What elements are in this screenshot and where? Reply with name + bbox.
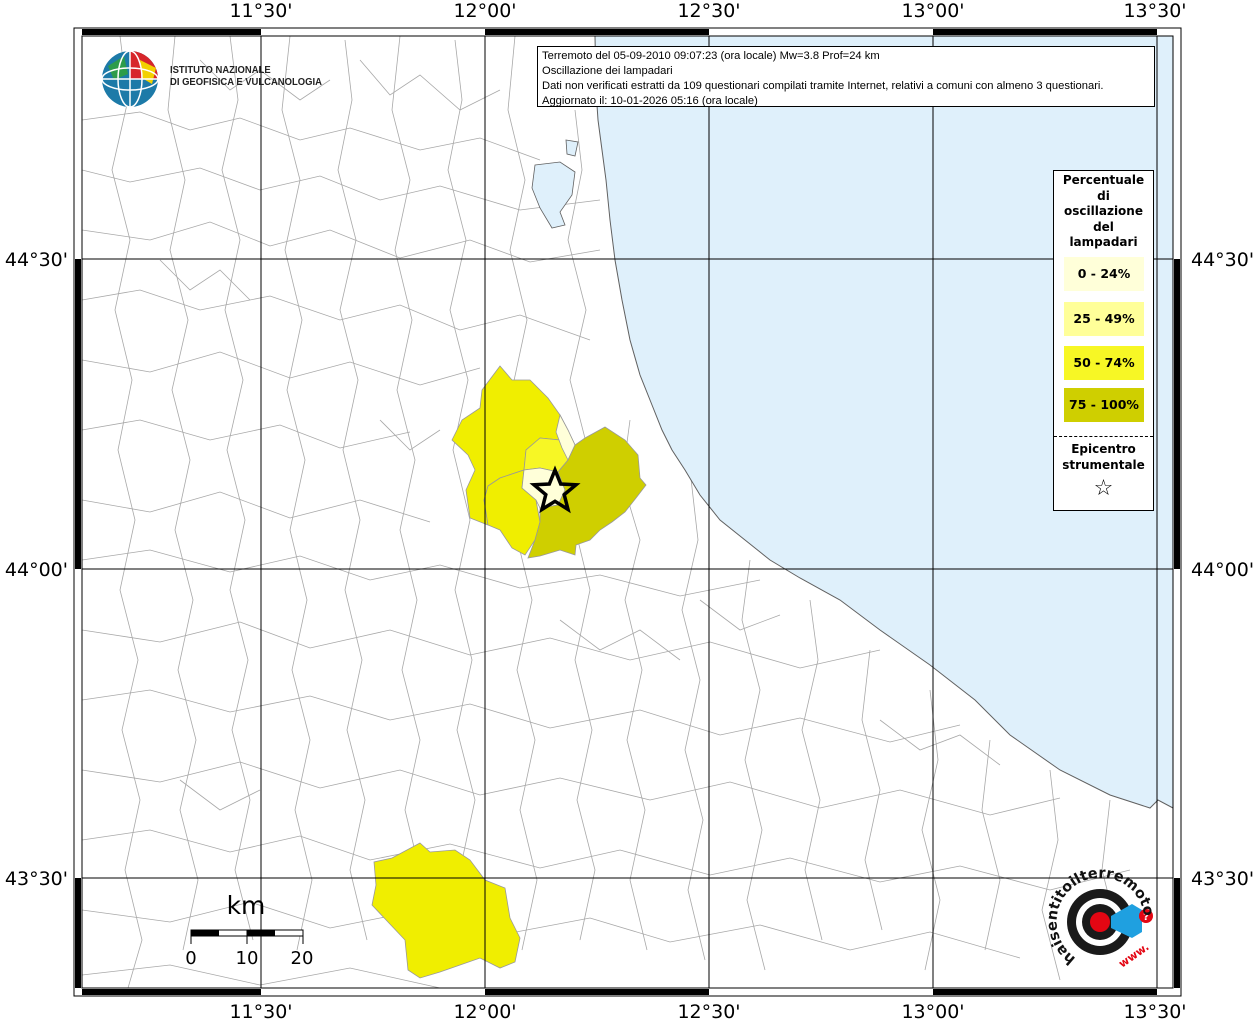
update-time: Aggiornato il: 10-01-2026 05:16 (ora loc… — [542, 95, 758, 107]
legend-title-line: del — [1093, 219, 1114, 234]
map-subject: Oscillazione dei lampadari — [542, 65, 673, 77]
scale-tick-10: 10 — [236, 948, 259, 969]
legend-item-50-74: 50 - 74% — [1064, 346, 1144, 380]
ingv-line1: ISTITUTO NAZIONALE — [170, 64, 271, 76]
legend-title-line: di — [1097, 188, 1110, 203]
top-label-13-30: 13°30' — [1123, 0, 1186, 22]
hsit-logo-svg: ? haisentitoilterremoto.it www. — [1033, 846, 1157, 970]
right-label-43-30: 43°30' — [1191, 868, 1254, 890]
scale-tick-20: 20 — [291, 948, 314, 969]
legend-epicenter-line: Epicentro — [1071, 442, 1136, 456]
right-label-44-00: 44°00' — [1191, 559, 1254, 581]
legend-title: Percentuale di oscillazione del lampadar… — [1054, 173, 1153, 251]
legend-epicenter-line: strumentale — [1062, 458, 1145, 472]
bottom-label-12-00: 12°00' — [453, 1001, 516, 1023]
ingv-line2: DI GEOFISICA E VULCANOLOGIA — [170, 76, 322, 88]
ingv-name: ISTITUTO NAZIONALE DI GEOFISICA E VULCAN… — [170, 64, 322, 88]
legend-title-line: lampadari — [1069, 235, 1138, 249]
bottom-label-13-30: 13°30' — [1123, 1001, 1186, 1023]
legend-epicenter-label: Epicentro strumentale — [1054, 441, 1153, 473]
event-title: Terremoto del 05-09-2010 09:07:23 (ora l… — [542, 50, 880, 62]
bottom-label-13-00: 13°00' — [901, 1001, 964, 1023]
scale-unit: km — [227, 891, 266, 920]
legend-separator — [1054, 436, 1153, 437]
left-label-43-30: 43°30' — [5, 868, 68, 890]
hsit-logo: ? haisentitoilterremoto.it www. — [1033, 846, 1166, 978]
data-disclaimer: Dati non verificati estratti da 109 ques… — [542, 80, 1104, 92]
left-label-44-00: 44°00' — [5, 559, 68, 581]
top-label-12-30: 12°30' — [677, 0, 740, 22]
bottom-label-11-30: 11°30' — [229, 1001, 292, 1023]
top-label-12-00: 12°00' — [453, 0, 516, 22]
legend-title-line: Percentuale — [1062, 173, 1145, 187]
bottom-label-12-30: 12°30' — [677, 1001, 740, 1023]
legend-item-75-100: 75 - 100% — [1064, 388, 1144, 422]
left-label-44-30: 44°30' — [5, 249, 68, 271]
right-label-44-30: 44°30' — [1191, 249, 1254, 271]
legend-item-0-24: 0 - 24% — [1064, 257, 1144, 291]
scale-tick-0: 0 — [185, 948, 196, 969]
legend-star-icon: ☆ — [1093, 476, 1114, 501]
ingv-globe-icon — [101, 50, 159, 108]
legend-title-line: oscillazione — [1064, 204, 1143, 218]
ingv-logo: ISTITUTO NAZIONALE DI GEOFISICA E VULCAN… — [100, 48, 322, 110]
legend-item-25-49: 25 - 49% — [1064, 302, 1144, 336]
legend: Percentuale di oscillazione del lampadar… — [1053, 170, 1154, 511]
event-info-box: Terremoto del 05-09-2010 09:07:23 (ora l… — [537, 46, 1155, 107]
top-label-11-30: 11°30' — [229, 0, 292, 22]
top-label-13-00: 13°00' — [901, 0, 964, 22]
